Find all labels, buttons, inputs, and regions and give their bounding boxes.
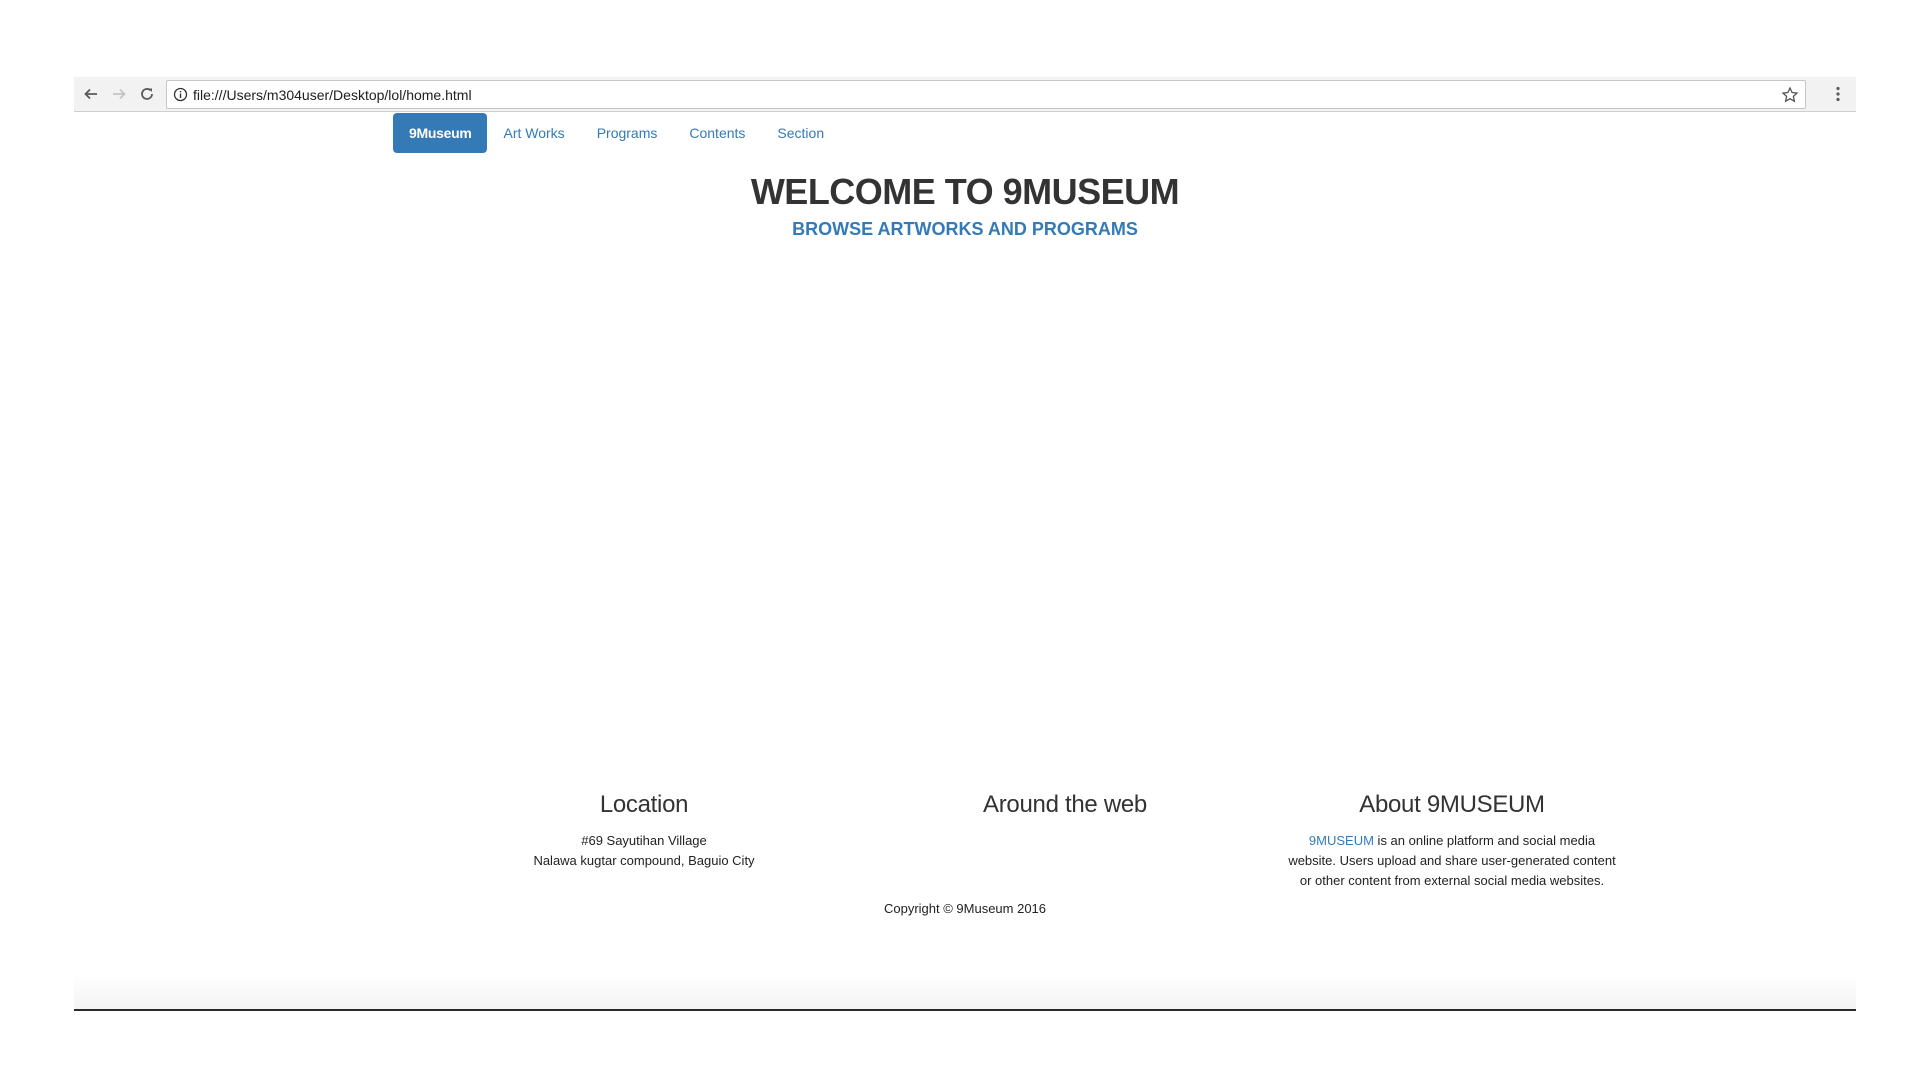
about-text-line-2: website. Users upload and share user-gen… (1288, 853, 1616, 868)
bookmark-star-icon[interactable] (1781, 86, 1799, 104)
copyright-text: Copyright © 9Museum 2016 (883, 901, 1047, 916)
browser-menu-button[interactable] (1828, 83, 1848, 105)
about-text-line-3: or other content from external social me… (1299, 873, 1605, 888)
reload-icon (141, 88, 153, 100)
forward-button[interactable] (107, 82, 131, 106)
nav-brand-9museum[interactable]: 9Museum (393, 113, 488, 153)
nav-item-programs[interactable]: Programs (581, 113, 674, 153)
about-heading: About 9MUSEUM (1359, 791, 1545, 818)
page-content: 9Museum Art Works Programs Contents Sect… (74, 113, 1856, 1011)
location-line-2: Nalawa kugtar compound, Baguio City (533, 853, 755, 868)
footer-about: About 9MUSEUM 9MUSEUM is an online platf… (1242, 791, 1662, 891)
forward-arrow-icon (113, 88, 126, 100)
page-title: WELCOME TO 9MUSEUM (750, 171, 1180, 212)
footer-around-the-web: Around the web (865, 791, 1265, 831)
browse-link[interactable]: BROWSE ARTWORKS AND PROGRAMS (74, 219, 1856, 240)
address-bar[interactable]: file:///Users/m304user/Desktop/lol/home.… (166, 80, 1806, 109)
reload-button[interactable] (135, 82, 159, 106)
location-heading: Location (599, 791, 689, 818)
info-icon[interactable] (173, 87, 188, 102)
address-url[interactable]: file:///Users/m304user/Desktop/lol/home.… (193, 87, 472, 103)
nav-item-section[interactable]: Section (761, 113, 840, 153)
footer-location: Location #69 Sayutihan Village Nalawa ku… (444, 791, 844, 871)
around-the-web-heading: Around the web (983, 791, 1147, 818)
back-button[interactable] (79, 82, 103, 106)
site-navbar: 9Museum Art Works Programs Contents Sect… (393, 113, 840, 153)
about-9museum-link[interactable]: 9MUSEUM (1309, 833, 1374, 848)
nav-item-art-works[interactable]: Art Works (487, 113, 580, 153)
about-text-1: is an online platform and social media (1373, 833, 1596, 848)
browser-toolbar: file:///Users/m304user/Desktop/lol/home.… (74, 77, 1856, 112)
kebab-menu-icon (1836, 86, 1840, 102)
nav-item-contents[interactable]: Contents (673, 113, 761, 153)
location-line-1: #69 Sayutihan Village (581, 833, 707, 848)
window-bottom-edge (74, 1009, 1856, 1011)
back-arrow-icon (84, 88, 97, 100)
browser-window: file:///Users/m304user/Desktop/lol/home.… (74, 77, 1856, 1011)
about-text-line-1: 9MUSEUM is an online platform and social… (1242, 831, 1662, 851)
bottom-fade (74, 973, 1856, 1009)
